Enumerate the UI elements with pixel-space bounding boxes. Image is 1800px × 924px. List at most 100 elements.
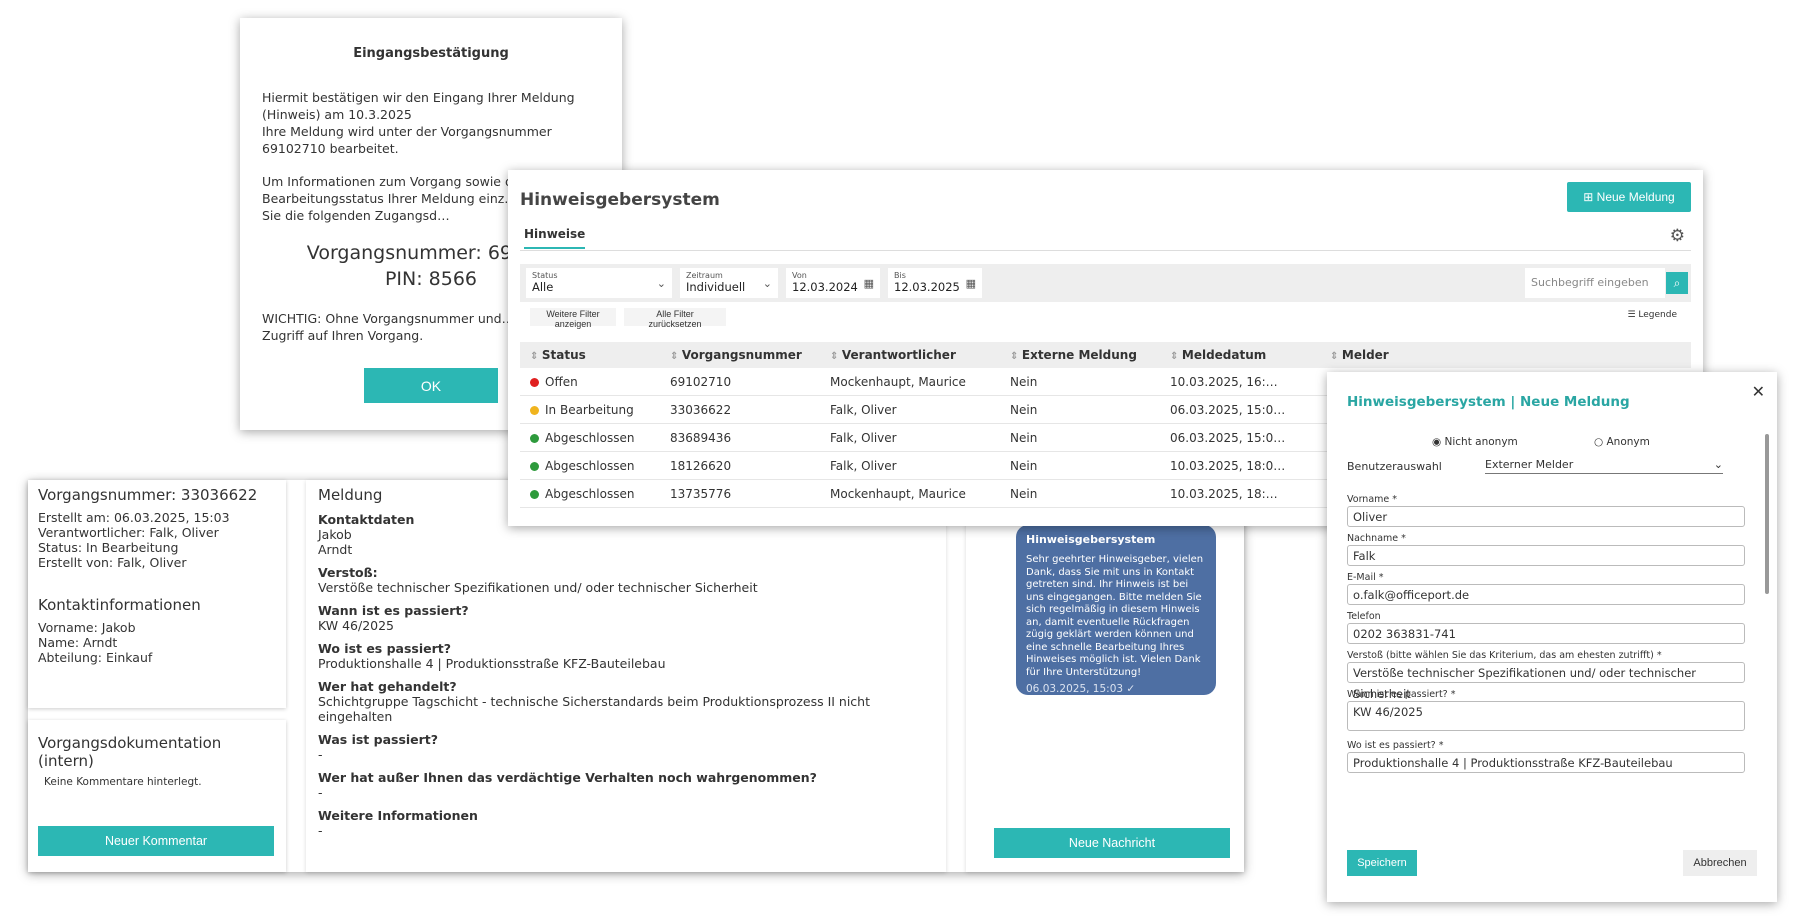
scrollbar[interactable] bbox=[1765, 434, 1769, 594]
column-header[interactable]: ⇕ Melder bbox=[1320, 342, 1691, 368]
question-label: Wer hat gehandelt? bbox=[318, 679, 457, 694]
radio-anonymous[interactable]: ○ Anonym bbox=[1594, 436, 1650, 448]
form-input[interactable]: Verstöße technischer Spezifikationen und… bbox=[1347, 662, 1745, 701]
new-report-button[interactable]: ⊞ Neue Meldung bbox=[1567, 182, 1691, 212]
form-input[interactable]: Falk bbox=[1347, 545, 1745, 566]
question-label: Was ist passiert? bbox=[318, 732, 439, 747]
gear-icon[interactable]: ⚙ bbox=[1670, 226, 1685, 246]
to-date-field[interactable]: Bis 12.03.2025 ▦ bbox=[888, 268, 982, 298]
field-label: Wann ist es passiert? * bbox=[1347, 689, 1456, 700]
form-input[interactable]: Oliver bbox=[1347, 506, 1745, 527]
cell-date: 06.03.2025, 15:0… bbox=[1160, 395, 1320, 424]
report-section: Meldung Kontaktdaten Jakob Arndt Verstoß: Ve… bbox=[306, 480, 946, 872]
field-label: Wo ist es passiert? * bbox=[1347, 740, 1444, 751]
chevron-down-icon: ⌄ bbox=[1713, 458, 1723, 471]
radio-not-anonymous[interactable]: ◉ Nicht anonym bbox=[1432, 436, 1518, 448]
message-date: 06.03.2025, 15:03 ✓ bbox=[1026, 683, 1136, 695]
answer-text: Jakob bbox=[318, 527, 352, 542]
sort-icon: ⇕ bbox=[830, 351, 842, 362]
calendar-icon[interactable]: ▦ bbox=[966, 277, 976, 290]
question-label: Wann ist es passiert? bbox=[318, 603, 469, 618]
save-button[interactable]: Speichern bbox=[1347, 850, 1417, 876]
cell-nr: 18126620 bbox=[660, 451, 820, 480]
case-info-line: Status: In Bearbeitung bbox=[38, 540, 179, 555]
cell-resp: Falk, Oliver bbox=[820, 423, 1000, 452]
range-filter[interactable]: Zeitraum Individuell ⌄ bbox=[680, 268, 778, 298]
cell-resp: Mockenhaupt, Maurice bbox=[820, 479, 1000, 508]
question-label: Wer hat außer Ihnen das verdächtige Verh… bbox=[318, 770, 817, 785]
status-filter[interactable]: Status Alle ⌄ bbox=[526, 268, 672, 298]
sort-icon: ⇕ bbox=[1330, 351, 1342, 362]
form-input[interactable]: Produktionshalle 4 | Produktionsstraße K… bbox=[1347, 752, 1745, 773]
new-message-button[interactable]: Neue Nachricht bbox=[994, 828, 1230, 858]
dialog-title: Hinweisgebersystem | Neue Meldung bbox=[1347, 394, 1630, 410]
case-number-title: Vorgangsnummer: 33036622 bbox=[38, 486, 258, 504]
contact-info-line: Abteilung: Einkauf bbox=[38, 650, 153, 665]
message-sender: Hinweisgebersystem bbox=[1026, 533, 1156, 546]
form-input[interactable]: o.falk@officeport.de bbox=[1347, 584, 1745, 605]
question-label: Weitere Informationen bbox=[318, 808, 478, 823]
answer-text: - bbox=[318, 785, 323, 800]
column-header[interactable]: ⇕ Meldedatum bbox=[1160, 342, 1320, 368]
status-text: Abgeschlossen bbox=[545, 430, 635, 445]
cell-nr: 83689436 bbox=[660, 423, 820, 452]
column-header[interactable]: ⇕ Status bbox=[520, 342, 660, 368]
new-report-dialog: Hinweisgebersystem | Neue Meldung ✕ ◉ Ni… bbox=[1327, 372, 1777, 902]
filter-bar: Status Alle ⌄ Zeitraum Individuell ⌄ Von 12… bbox=[520, 264, 1691, 302]
status-dot-icon bbox=[530, 405, 539, 415]
status-dot-icon bbox=[530, 433, 539, 443]
answer-text: - bbox=[318, 747, 323, 762]
more-filters-button[interactable]: Weitere Filter anzeigen bbox=[530, 308, 616, 329]
status-dot-icon bbox=[530, 377, 539, 387]
case-info-line: Erstellt von: Falk, Oliver bbox=[38, 555, 187, 570]
sort-icon: ⇕ bbox=[1170, 351, 1182, 362]
answer-text: - bbox=[318, 823, 323, 838]
tab-hinweise[interactable]: Hinweise bbox=[524, 227, 586, 249]
cell-nr: 33036622 bbox=[660, 395, 820, 424]
cell-ext: Nein bbox=[1000, 479, 1160, 508]
status-text: Abgeschlossen bbox=[545, 458, 635, 473]
sort-icon: ⇕ bbox=[530, 351, 542, 362]
cell-ext: Nein bbox=[1000, 368, 1160, 396]
column-header[interactable]: ⇕ Vorgangsnummer bbox=[660, 342, 820, 368]
form-input[interactable]: KW 46/2025 bbox=[1347, 701, 1745, 731]
column-header[interactable]: ⇕ Verantwortlicher bbox=[820, 342, 1000, 368]
app-title: Hinweisgebersystem bbox=[520, 190, 720, 210]
confirmation-title: Eingangsbestätigung bbox=[353, 46, 509, 61]
new-comment-button[interactable]: Neuer Kommentar bbox=[38, 826, 274, 856]
message-bubble: Hinweisgebersystem Sehr geehrter Hinweis… bbox=[1016, 525, 1216, 695]
column-header[interactable]: ⇕ Externe Meldung bbox=[1000, 342, 1160, 368]
cancel-button[interactable]: Abbrechen bbox=[1683, 850, 1757, 876]
reset-filters-button[interactable]: Alle Filter zurücksetzen bbox=[624, 308, 726, 329]
cell-date: 10.03.2025, 16:… bbox=[1160, 368, 1320, 396]
close-icon[interactable]: ✕ bbox=[1752, 382, 1765, 401]
user-select[interactable]: Externer Melder ⌄ bbox=[1485, 458, 1723, 474]
list-icon: ☰ bbox=[1627, 310, 1636, 320]
case-info-line: Erstellt am: 06.03.2025, 15:03 bbox=[38, 510, 230, 525]
answer-text: Produktionshalle 4 | Produktionsstraße K… bbox=[318, 656, 666, 671]
from-date-field[interactable]: Von 12.03.2024 ▦ bbox=[786, 268, 880, 298]
search-input[interactable]: Suchbegriff eingeben bbox=[1525, 268, 1665, 298]
cell-ext: Nein bbox=[1000, 423, 1160, 452]
chevron-down-icon: ⌄ bbox=[656, 277, 666, 290]
cell-nr: 13735776 bbox=[660, 479, 820, 508]
sort-icon: ⇕ bbox=[670, 351, 682, 362]
user-select-label: Benutzerauswahl bbox=[1347, 460, 1442, 473]
case-documentation-section: Vorgangsdokumentation (intern) Keine Kom… bbox=[28, 720, 286, 872]
case-detail-panel: Vorgangsnummer: 33036622 Erstellt am: 06… bbox=[28, 480, 1244, 872]
ok-button[interactable]: OK bbox=[364, 368, 498, 403]
cell-ext: Nein bbox=[1000, 451, 1160, 480]
contact-info-line: Vorname: Jakob bbox=[38, 620, 136, 635]
cell-nr: 69102710 bbox=[660, 368, 820, 396]
form-input[interactable]: 0202 363831-741 bbox=[1347, 623, 1745, 644]
calendar-icon[interactable]: ▦ bbox=[864, 277, 874, 290]
search-icon[interactable]: ⌕ bbox=[1666, 272, 1688, 294]
field-label: Telefon bbox=[1347, 611, 1381, 622]
answer-text: Schichtgruppe Tagschicht - technische Si… bbox=[318, 694, 871, 724]
cell-date: 06.03.2025, 15:0… bbox=[1160, 423, 1320, 452]
legend-button[interactable]: ☰ Legende bbox=[1627, 310, 1677, 320]
case-info-line: Verantwortlicher: Falk, Oliver bbox=[38, 525, 219, 540]
cell-ext: Nein bbox=[1000, 395, 1160, 424]
status-text: Abgeschlossen bbox=[545, 486, 635, 501]
status-text: Offen bbox=[545, 374, 578, 389]
